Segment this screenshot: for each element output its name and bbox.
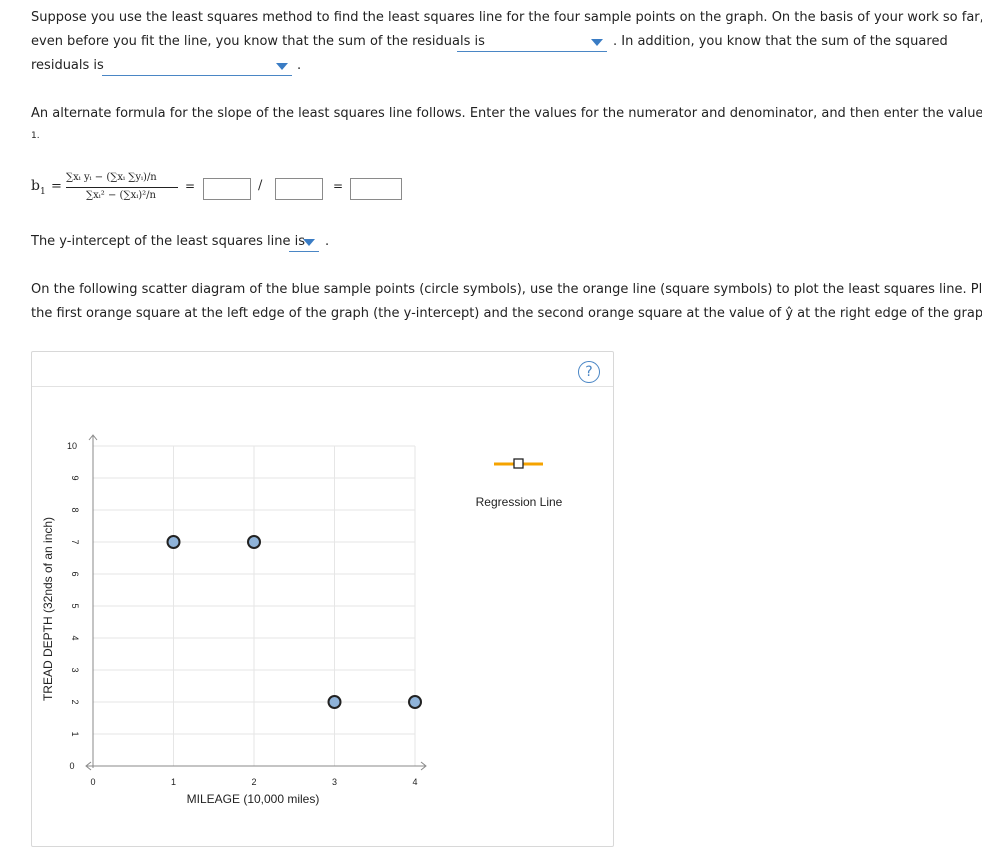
x-tick-label: 0 xyxy=(90,777,95,787)
x-axis-label: MILEAGE (10,000 miles) xyxy=(187,792,320,806)
x-tick-label: 3 xyxy=(332,777,337,787)
y-tick-label: 10 xyxy=(67,441,77,451)
y-tick-label: 2 xyxy=(70,699,80,704)
y-tick-label: 6 xyxy=(70,571,80,576)
chart-axes xyxy=(85,434,427,771)
data-point xyxy=(327,695,342,709)
y-tick-labels: 0 1 2 3 4 5 6 7 8 9 10 xyxy=(67,441,80,771)
y-axis-label: TREAD DEPTH (32nds of an inch) xyxy=(41,517,55,701)
x-tick-labels: 0 1 2 3 4 xyxy=(90,777,417,787)
data-point xyxy=(408,695,422,709)
scatter-chart[interactable]: 0 1 2 3 4 0 1 2 3 4 5 6 7 8 9 10 MILEAGE (10,000 miles… xyxy=(0,0,982,851)
y-tick-label: 4 xyxy=(70,635,80,640)
y-tick-label: 9 xyxy=(70,475,80,480)
y-tick-label: 7 xyxy=(70,539,80,544)
y-tick-label: 1 xyxy=(70,731,80,736)
legend-label: Regression Line xyxy=(476,495,563,509)
data-point xyxy=(166,535,181,549)
legend-square-icon xyxy=(513,458,524,469)
x-tick-label: 4 xyxy=(412,777,417,787)
x-tick-label: 2 xyxy=(251,777,256,787)
y-tick-label: 0 xyxy=(69,761,74,771)
y-tick-label: 3 xyxy=(70,667,80,672)
legend-regression-line[interactable] xyxy=(494,458,543,469)
y-tick-label: 8 xyxy=(70,507,80,512)
data-point xyxy=(247,535,261,549)
data-points xyxy=(166,535,422,709)
y-tick-label: 5 xyxy=(70,603,80,608)
x-tick-label: 1 xyxy=(171,777,176,787)
chart-grid xyxy=(92,445,416,767)
